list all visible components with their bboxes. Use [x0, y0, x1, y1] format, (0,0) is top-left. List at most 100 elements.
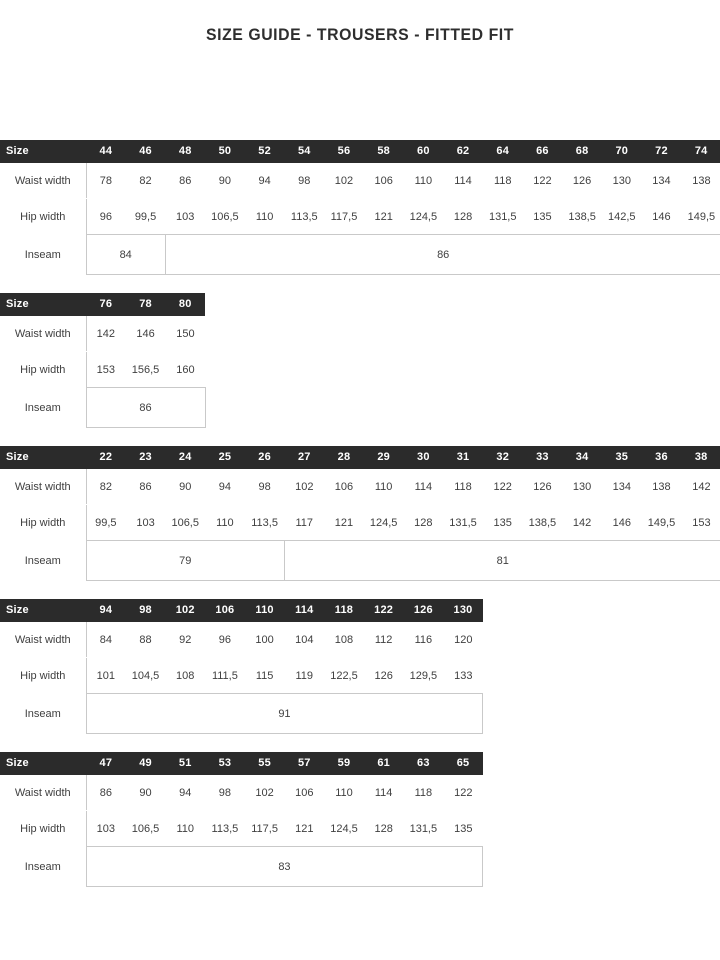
size-header-cell: 34: [562, 446, 602, 469]
measurement-cell: 117: [283, 504, 325, 541]
row-label: Inseam: [24, 707, 61, 720]
measurement-cell: 118: [442, 469, 483, 505]
measurement-cell: 113,5: [204, 810, 245, 847]
size-header-cell: 58: [363, 140, 404, 163]
measurement-cell: 106,5: [204, 198, 245, 235]
page-title: SIZE GUIDE - TROUSERS - FITTED FIT: [206, 25, 514, 44]
row-label: Hip width: [20, 669, 66, 682]
measurement-cell: 111,5: [204, 657, 245, 694]
measurement-cell: 135: [522, 198, 563, 235]
measurement-cell: 101: [85, 657, 126, 694]
measurement-cell: 110: [164, 810, 206, 847]
size-tables-container: Size 44 46 48 50 52 54 56 58 60 62 64 66 68 70 72 74 Wais…: [0, 140, 720, 905]
size-table: Size 22 23 24 25 26 27 28 29 30 31 32 33 34 35 36 38 Wais…: [0, 446, 720, 581]
measurement-cell: 102: [283, 469, 325, 505]
size-table: Size 47 49 51 53 55 57 59 61 63 65 Waist width 86 90 9…: [0, 752, 484, 887]
measurement-cell: 92: [164, 622, 206, 658]
inseam-cell: 86: [164, 234, 720, 275]
measurement-cell: 110: [403, 163, 444, 199]
row-label: Inseam: [24, 860, 61, 873]
size-header-cell: 55: [244, 752, 285, 775]
measurement-cell: 124,5: [403, 198, 444, 235]
measurement-cell: 106: [363, 163, 404, 199]
measurement-cell: 106,5: [164, 504, 206, 541]
size-row-label: Size: [0, 140, 86, 163]
measurement-cell: 142: [85, 316, 126, 352]
row-label: Inseam: [24, 401, 61, 414]
size-header-cell: 78: [125, 293, 166, 316]
table-row: Hip width 101 104,5 108 111,5 115 119 122,5 126 1…: [0, 657, 483, 694]
measurement-cell: 90: [125, 775, 166, 811]
measurement-cell: 138: [641, 469, 682, 505]
measurement-cell: 128: [403, 504, 444, 541]
size-header-cell: 25: [205, 446, 245, 469]
size-header-cell: 26: [244, 446, 285, 469]
size-header-cell: 70: [601, 140, 642, 163]
measurement-cell: 106: [323, 469, 364, 505]
measurement-cell: 160: [164, 351, 206, 388]
measurement-cell: 103: [164, 198, 206, 235]
size-header-cell: 64: [482, 140, 523, 163]
table-row: Hip width 153 156,5 160: [0, 351, 206, 388]
table-row: Hip width 103 106,5 110 113,5 117,5 121 124,5 12…: [0, 810, 483, 847]
size-header-cell: 22: [86, 446, 126, 469]
size-header-cell: 50: [205, 140, 245, 163]
measurement-cell: 96: [204, 622, 245, 658]
measurement-cell: 86: [164, 163, 206, 199]
size-header-cell: 56: [324, 140, 364, 163]
size-header-cell: 62: [443, 140, 483, 163]
measurement-cell: 116: [403, 622, 444, 658]
size-header-cell: 106: [205, 599, 245, 622]
measurement-cell: 114: [363, 775, 404, 811]
measurement-cell: 90: [164, 469, 206, 505]
size-header-cell: 80: [165, 293, 206, 316]
measurement-cell: 153: [85, 351, 126, 388]
measurement-cell: 142: [680, 469, 720, 505]
size-header-cell: 74: [681, 140, 720, 163]
measurement-cell: 131,5: [482, 198, 523, 235]
size-header-cell: 23: [125, 446, 166, 469]
measurement-cell: 117,5: [244, 810, 285, 847]
size-header-cell: 57: [284, 752, 325, 775]
measurement-cell: 153: [680, 504, 720, 541]
measurement-cell: 120: [442, 622, 483, 658]
table-row: Inseam 86: [0, 387, 206, 428]
measurement-cell: 102: [323, 163, 364, 199]
measurement-cell: 131,5: [442, 504, 483, 541]
measurement-cell: 138,5: [561, 198, 602, 235]
size-header-cell: 68: [562, 140, 602, 163]
size-header-cell: 38: [681, 446, 720, 469]
measurement-cell: 98: [283, 163, 325, 199]
measurement-cell: 110: [204, 504, 245, 541]
measurement-cell: 135: [442, 810, 483, 847]
row-label: Hip width: [20, 210, 66, 223]
table-row: Waist width 86 90 94 98 102 106 110 114 118 122: [0, 775, 483, 811]
size-header-cell: 31: [443, 446, 483, 469]
size-header-cell: 102: [165, 599, 206, 622]
measurement-cell: 98: [244, 469, 285, 505]
measurement-cell: 156,5: [125, 351, 166, 388]
table-header-row: Size 94 98 102 106 110 114 118 122 126 130: [0, 599, 483, 622]
table-header-row: Size 76 78 80: [0, 293, 206, 316]
size-header-cell: 30: [403, 446, 444, 469]
size-header-cell: 29: [363, 446, 404, 469]
row-label: Waist width: [14, 633, 71, 646]
row-label: Waist width: [14, 480, 71, 493]
measurement-cell: 122: [442, 775, 483, 811]
measurement-cell: 126: [363, 657, 404, 694]
inseam-cell: 86: [85, 387, 206, 428]
size-header-cell: 44: [86, 140, 126, 163]
measurement-cell: 142: [561, 504, 602, 541]
measurement-cell: 149,5: [680, 198, 720, 235]
size-header-cell: 66: [522, 140, 563, 163]
size-header-cell: 52: [244, 140, 285, 163]
size-header-cell: 60: [403, 140, 444, 163]
inseam-cell: 79: [85, 540, 285, 581]
measurement-cell: 121: [363, 198, 404, 235]
size-header-cell: 27: [284, 446, 325, 469]
measurement-cell: 103: [85, 810, 126, 847]
measurement-cell: 86: [85, 775, 126, 811]
measurement-cell: 113,5: [283, 198, 325, 235]
measurement-cell: 94: [244, 163, 285, 199]
measurement-cell: 113,5: [244, 504, 285, 541]
